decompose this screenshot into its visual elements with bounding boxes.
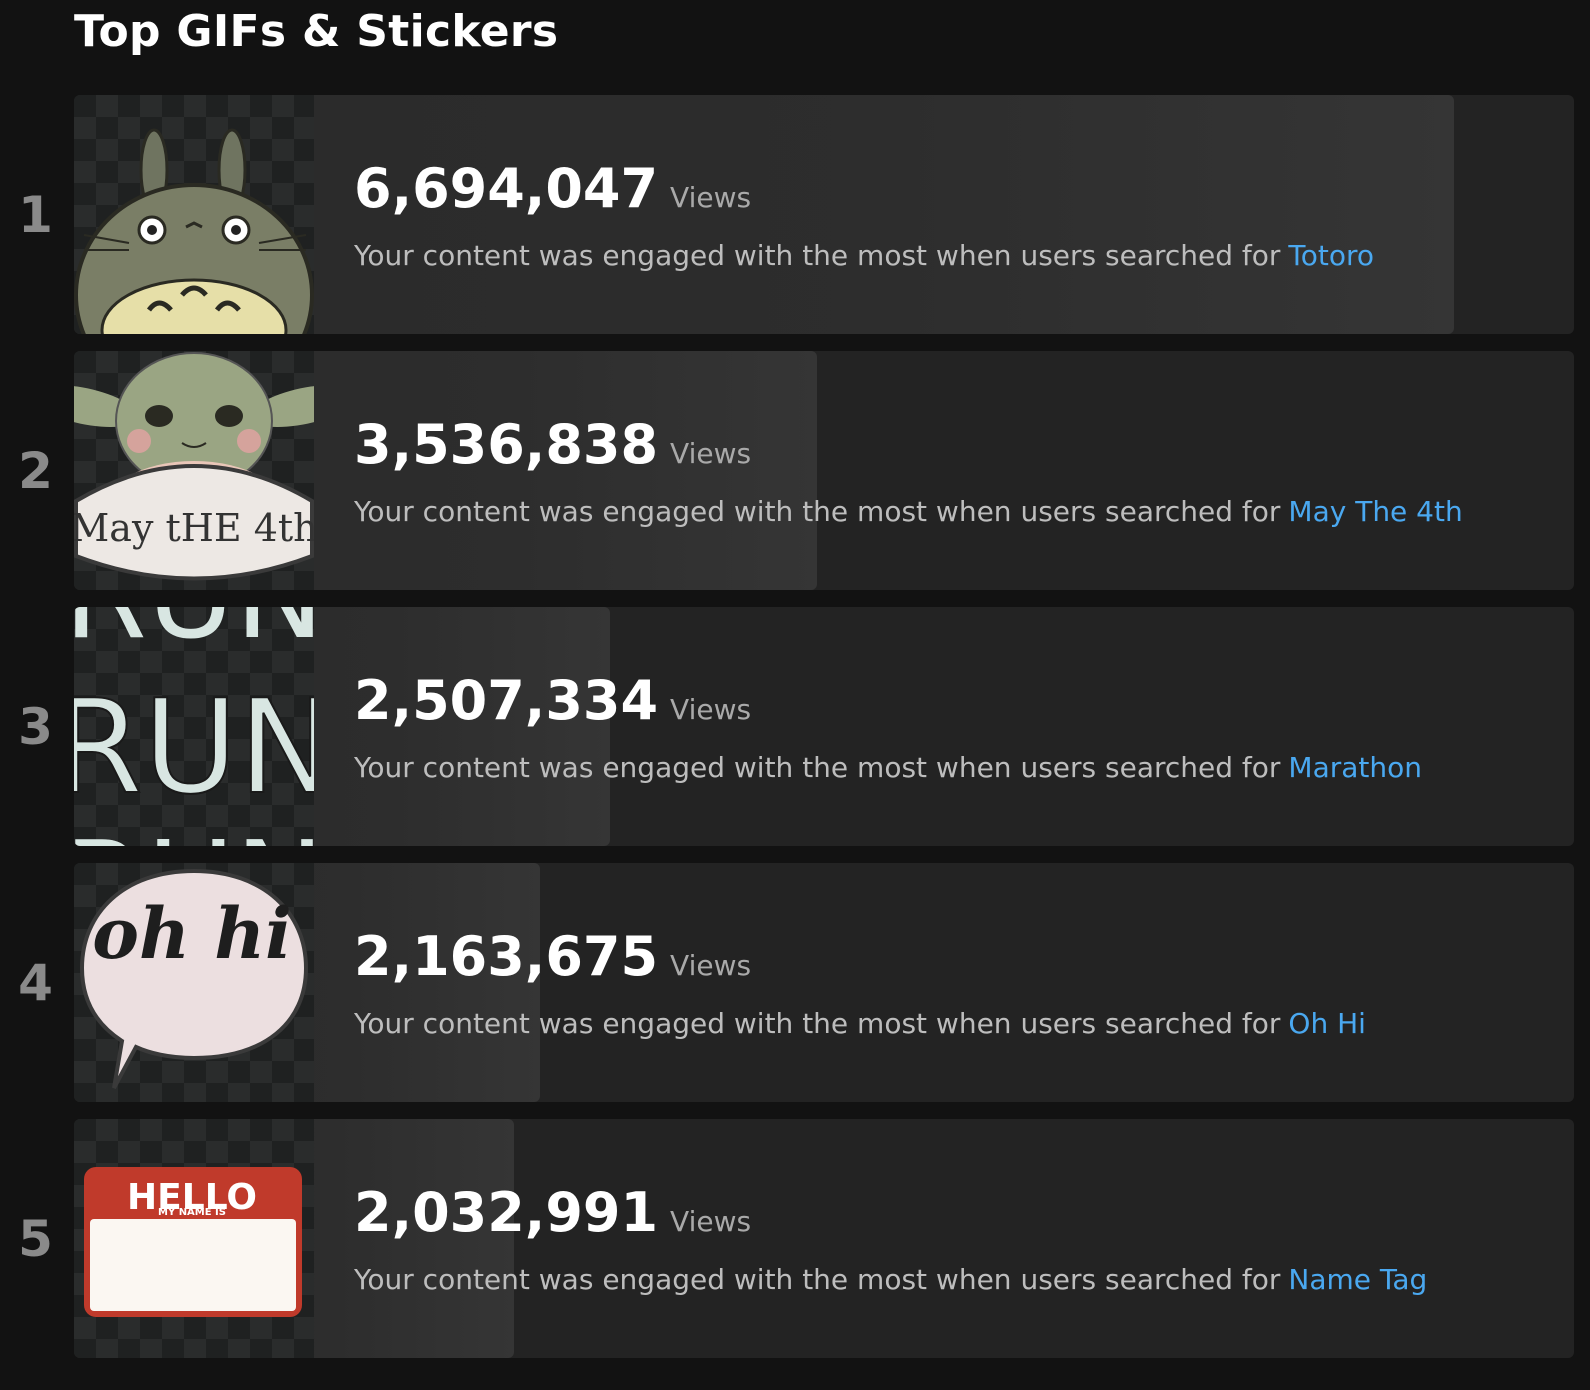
search-term-link[interactable]: Totoro [1288, 239, 1374, 272]
search-term-link[interactable]: Name Tag [1288, 1263, 1427, 1296]
engagement-description: Your content was engaged with the most w… [354, 751, 1422, 784]
views-line: 2,507,334 Views [354, 669, 751, 732]
content-card[interactable]: May tHE 4th 3,536,838 Views Your content… [74, 351, 1574, 590]
view-count: 2,163,675 [354, 925, 659, 988]
content-card[interactable]: 6,694,047 Views Your content was engaged… [74, 95, 1574, 334]
run-sticker-text-top: RUN [74, 607, 314, 666]
views-label: Views [670, 949, 752, 982]
list-item[interactable]: 3 RUN RUN RUN 2,507,334 Views Your conte… [0, 607, 1590, 846]
view-count: 2,032,991 [354, 1181, 659, 1244]
search-term-link[interactable]: Oh Hi [1288, 1007, 1366, 1040]
run-sticker-thumbnail[interactable]: RUN RUN RUN [74, 607, 314, 846]
search-term-link[interactable]: Marathon [1288, 751, 1422, 784]
page-title: Top GIFs & Stickers [74, 6, 559, 57]
rank-number: 4 [18, 953, 53, 1012]
views-line: 3,536,838 Views [354, 413, 751, 476]
views-label: Views [670, 1205, 752, 1238]
views-label: Views [670, 181, 752, 214]
views-label: Views [670, 693, 752, 726]
rank-number: 2 [18, 441, 53, 500]
rank-number: 1 [18, 185, 53, 244]
description-text: Your content was engaged with the most w… [354, 1263, 1281, 1296]
list-item[interactable]: 5 HELLO MY NAME IS 2,032,991 Views Your … [0, 1119, 1590, 1358]
oh-hi-sticker-text: oh hi [92, 892, 291, 975]
description-text: Your content was engaged with the most w… [354, 495, 1281, 528]
views-line: 6,694,047 Views [354, 157, 751, 220]
list-item[interactable]: 2 May tHE 4th 3,536,838 Views Your conte… [0, 351, 1590, 590]
content-card[interactable]: oh hi 2,163,675 Views Your content was e… [74, 863, 1574, 1102]
description-text: Your content was engaged with the most w… [354, 1007, 1281, 1040]
views-line: 2,163,675 Views [354, 925, 751, 988]
rank-number: 3 [18, 697, 53, 756]
content-card[interactable]: RUN RUN RUN 2,507,334 Views Your content… [74, 607, 1574, 846]
view-count: 6,694,047 [354, 157, 659, 220]
list-item[interactable]: 4 oh hi 2,163,675 Views Your content was… [0, 863, 1590, 1102]
run-sticker-text-bottom: RUN [74, 817, 314, 846]
run-sticker-text: RUN [74, 671, 314, 823]
views-line: 2,032,991 Views [354, 1181, 751, 1244]
rank-number: 5 [18, 1209, 53, 1268]
totoro-sticker-thumbnail[interactable] [74, 95, 314, 334]
oh-hi-sticker-thumbnail[interactable]: oh hi [74, 863, 314, 1102]
engagement-description: Your content was engaged with the most w… [354, 239, 1374, 272]
engagement-description: Your content was engaged with the most w… [354, 495, 1463, 528]
engagement-description: Your content was engaged with the most w… [354, 1007, 1366, 1040]
engagement-description: Your content was engaged with the most w… [354, 1263, 1427, 1296]
name-tag-subtext: MY NAME IS [158, 1207, 226, 1218]
view-count: 3,536,838 [354, 413, 659, 476]
description-text: Your content was engaged with the most w… [354, 239, 1281, 272]
list-item[interactable]: 1 6,694,047 Views Your content was engag… [0, 95, 1590, 334]
name-tag-sticker-thumbnail[interactable]: HELLO MY NAME IS [74, 1119, 314, 1358]
may-the-4th-sticker-thumbnail[interactable]: May tHE 4th [74, 351, 314, 590]
content-card[interactable]: HELLO MY NAME IS 2,032,991 Views Your co… [74, 1119, 1574, 1358]
may-the-4th-sticker-text: May tHE 4th [74, 506, 314, 550]
view-count: 2,507,334 [354, 669, 659, 732]
views-label: Views [670, 437, 752, 470]
description-text: Your content was engaged with the most w… [354, 751, 1281, 784]
search-term-link[interactable]: May The 4th [1288, 495, 1462, 528]
